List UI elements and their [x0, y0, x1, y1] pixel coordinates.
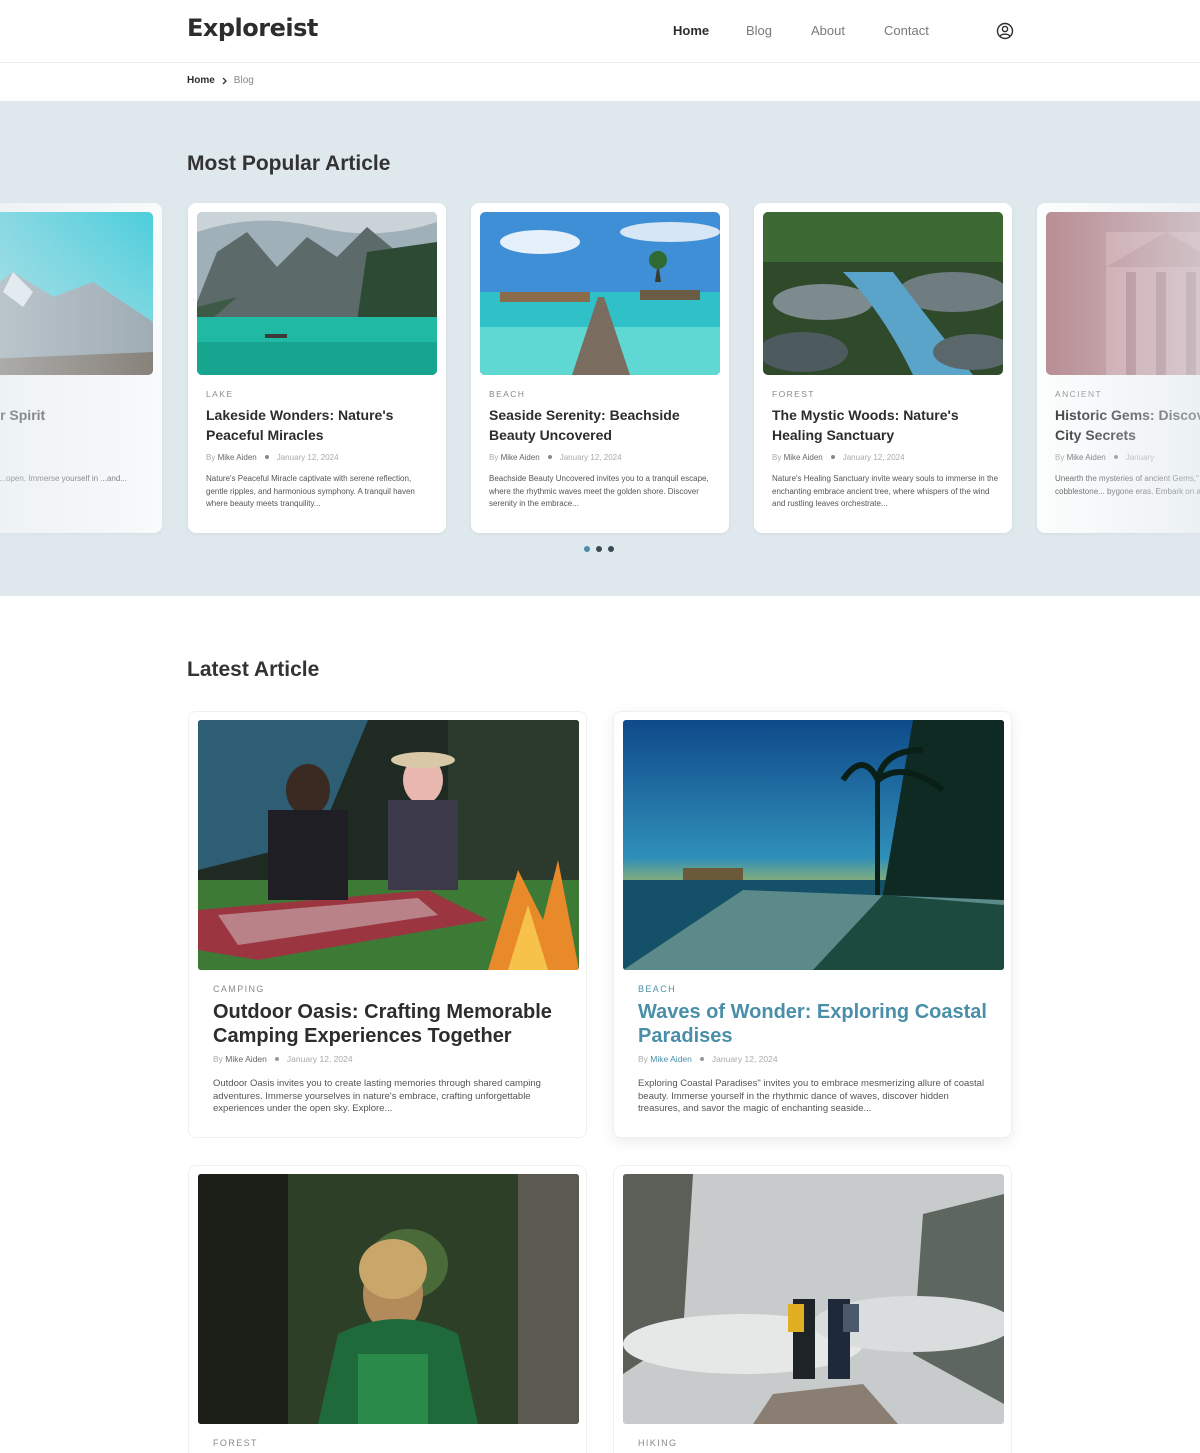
card-image: [623, 1174, 1004, 1424]
card-meta: By Mike Aiden January 12, 2024: [772, 453, 905, 462]
popular-title: Most Popular Article: [187, 152, 391, 175]
card-title[interactable]: Seaside Serenity: Beachside Beauty Uncov…: [489, 405, 719, 445]
card-image: [198, 1174, 579, 1424]
site-logo[interactable]: Exploreist: [187, 14, 318, 42]
pagination-dot[interactable]: [608, 546, 614, 552]
card-excerpt: Beachside Beauty Uncovered invites you t…: [489, 474, 709, 508]
card-meta: By Mike Aiden January 12, 2024: [638, 1054, 778, 1064]
card-excerpt: Nature's Peaceful Miracle captivate with…: [206, 474, 415, 508]
card-date: January 12, 2024: [842, 453, 905, 462]
card-image: [197, 212, 437, 375]
card-author[interactable]: Mike Aiden: [501, 453, 540, 462]
card-title[interactable]: Historic Gems: Discover Ancient City Sec…: [1055, 405, 1200, 445]
card-title[interactable]: Waves of Wonder: Exploring Coastal Parad…: [638, 1000, 993, 1048]
card-category: FOREST: [772, 389, 815, 399]
card-author[interactable]: Mike Aiden: [218, 453, 257, 462]
card-excerpt: Nature's Healing Sanctuary invite weary …: [772, 474, 999, 508]
breadcrumb-current: Blog: [233, 75, 254, 86]
popular-card[interactable]: BEACH Seaside Serenity: Beachside Beauty…: [471, 203, 729, 533]
card-category: CAMPING: [213, 984, 265, 994]
card-title[interactable]: The Mystic Woods: Nature's Healing Sanct…: [772, 405, 1002, 445]
card-excerpt: ...on a transformative ...open. Immerse …: [0, 474, 127, 483]
card-title[interactable]: Outdoor Oasis: Crafting Memorable Campin…: [213, 1000, 568, 1048]
card-excerpt: Exploring Coastal Paradises" invites you…: [638, 1078, 985, 1114]
pagination-dot[interactable]: [596, 546, 602, 552]
card-date: January 12, 2024: [559, 453, 622, 462]
card-meta: By Mike Aiden January 12, 2024: [213, 1054, 353, 1064]
card-meta: By Mike Aiden January 12, 2024: [206, 453, 339, 462]
card-meta: By Mike Aiden January: [1055, 453, 1155, 462]
breadcrumb-home[interactable]: Home: [187, 75, 215, 86]
card-meta: By Mike Aiden January 12, 2024: [489, 453, 622, 462]
card-date: January 12, 2024: [276, 453, 339, 462]
card-excerpt: Unearth the mysteries of ancient Gems," …: [1055, 474, 1200, 496]
card-category: BEACH: [489, 389, 526, 399]
card-image: [1046, 212, 1200, 375]
card-category: ANCIENT: [1055, 389, 1103, 399]
card-author[interactable]: Mike Aiden: [650, 1054, 692, 1064]
card-category: LAKE: [206, 389, 234, 399]
card-author[interactable]: Mike Aiden: [225, 1054, 267, 1064]
card-title[interactable]: Lakeside Wonders: Nature's Peaceful Mira…: [206, 405, 436, 445]
pagination-dot[interactable]: [584, 546, 590, 552]
nav-home[interactable]: Home: [673, 23, 709, 38]
popular-card[interactable]: Elevate Your Spirit ...on a transformati…: [0, 203, 162, 533]
card-author[interactable]: Mike Aiden: [784, 453, 823, 462]
card-image: [480, 212, 720, 375]
card-date: January 12, 2024: [711, 1054, 778, 1064]
site-header: Exploreist Home Blog About Contact: [0, 0, 1200, 63]
latest-card[interactable]: HIKING: [613, 1165, 1012, 1453]
user-circle-icon[interactable]: [996, 22, 1014, 40]
nav-blog[interactable]: Blog: [746, 23, 772, 38]
card-category: FOREST: [213, 1438, 258, 1448]
latest-card[interactable]: FOREST: [188, 1165, 587, 1453]
card-image: [623, 720, 1004, 970]
card-category: BEACH: [638, 984, 677, 994]
carousel-pagination: [584, 546, 614, 552]
popular-section: Most Popular Article Elevate Your Spirit…: [0, 101, 1200, 596]
card-date: January 12, 2024: [286, 1054, 353, 1064]
latest-title: Latest Article: [187, 658, 320, 681]
popular-card[interactable]: ANCIENT Historic Gems: Discover Ancient …: [1037, 203, 1200, 533]
card-category: HIKING: [638, 1438, 678, 1448]
card-image: [198, 720, 579, 970]
popular-card[interactable]: LAKE Lakeside Wonders: Nature's Peaceful…: [188, 203, 446, 533]
latest-card[interactable]: CAMPING Outdoor Oasis: Crafting Memorabl…: [188, 711, 587, 1138]
chevron-right-icon: [222, 77, 227, 84]
nav-contact[interactable]: Contact: [884, 23, 929, 38]
nav-about[interactable]: About: [811, 23, 845, 38]
card-excerpt: Outdoor Oasis invites you to create last…: [213, 1078, 541, 1114]
popular-card[interactable]: FOREST The Mystic Woods: Nature's Healin…: [754, 203, 1012, 533]
card-image: [763, 212, 1003, 375]
latest-card[interactable]: BEACH Waves of Wonder: Exploring Coastal…: [613, 711, 1012, 1138]
card-title[interactable]: Elevate Your Spirit: [0, 405, 152, 425]
card-date: January: [1125, 453, 1155, 462]
breadcrumb: Home Blog: [187, 75, 254, 86]
card-author[interactable]: Mike Aiden: [1067, 453, 1106, 462]
card-image: [0, 212, 153, 375]
